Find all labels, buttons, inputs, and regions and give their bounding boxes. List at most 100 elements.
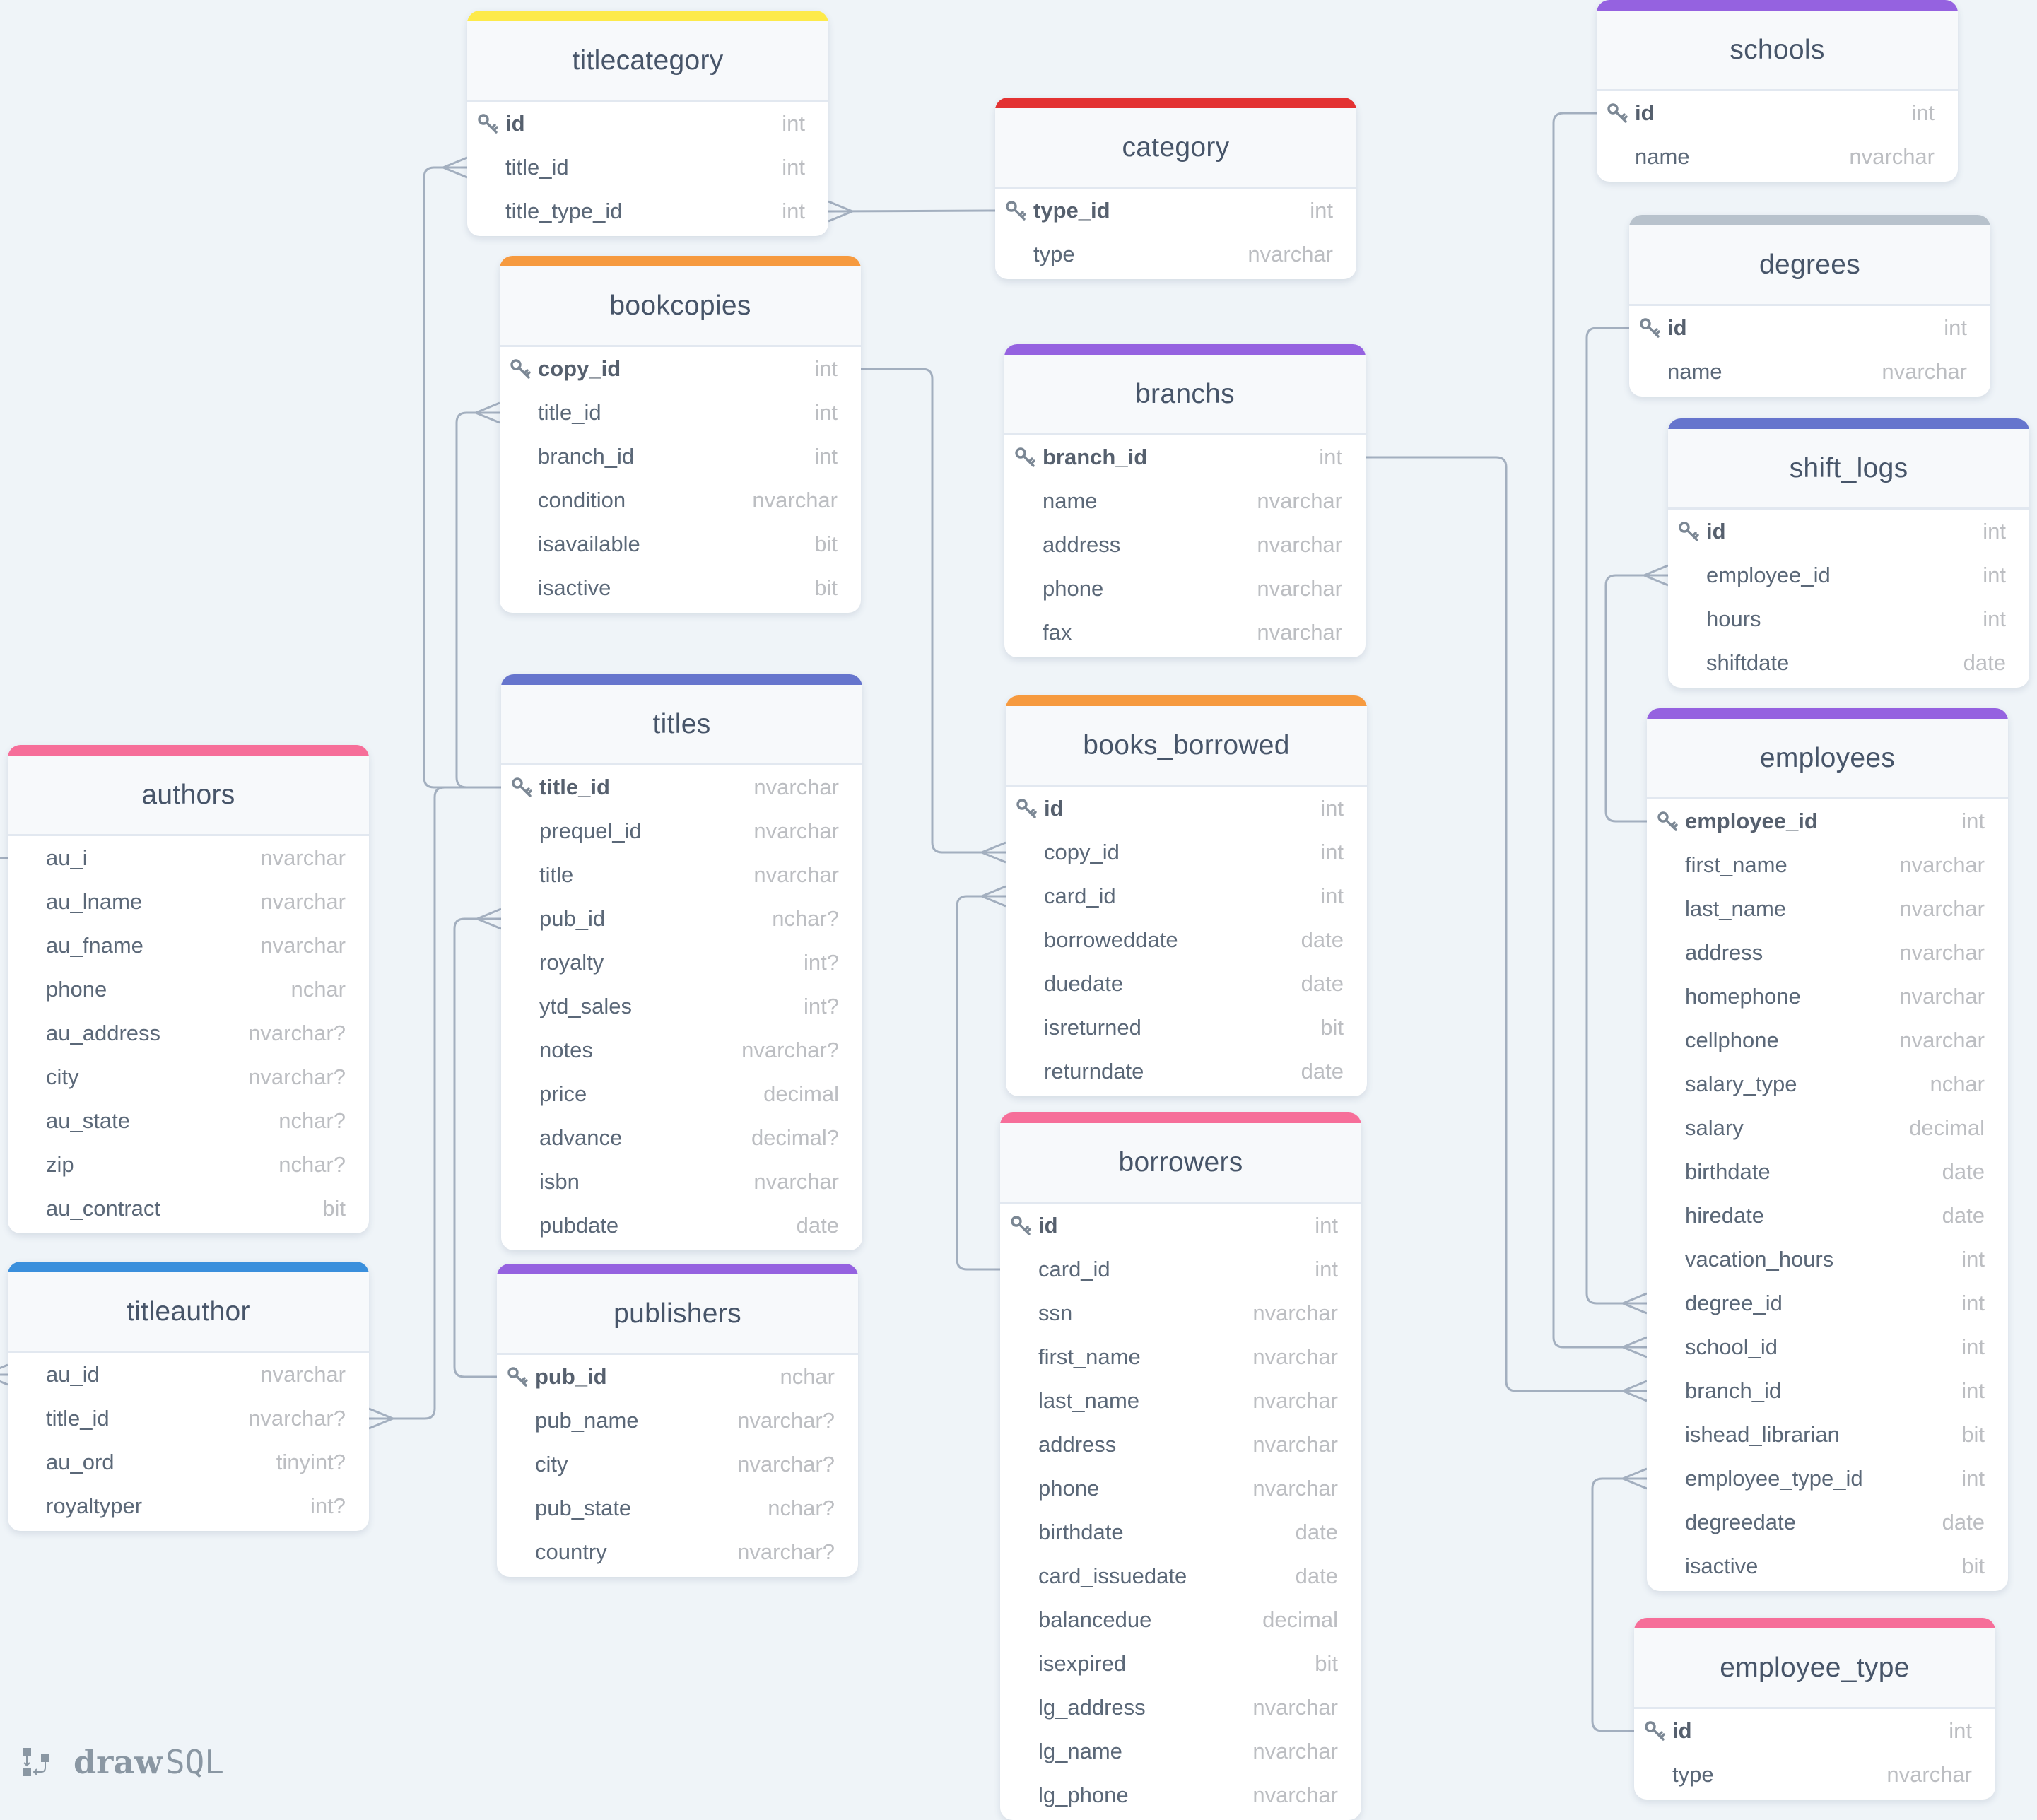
table-title[interactable]: borrowers	[1000, 1123, 1361, 1204]
column-row[interactable]: lg_name nvarchar	[1000, 1730, 1361, 1773]
column-row[interactable]: birthdate date	[1000, 1510, 1361, 1554]
column-row[interactable]: ssn nvarchar	[1000, 1291, 1361, 1335]
column-row[interactable]: ytd_sales int?	[501, 985, 862, 1028]
column-row[interactable]: last_name nvarchar	[1000, 1379, 1361, 1423]
column-row[interactable]: degreedate date	[1647, 1501, 2008, 1544]
column-row[interactable]: returndate date	[1006, 1050, 1367, 1093]
column-row[interactable]: au_ord tinyint?	[8, 1440, 369, 1484]
column-row[interactable]: ishead_librarian bit	[1647, 1413, 2008, 1457]
table-title[interactable]: degrees	[1629, 225, 1990, 306]
column-row[interactable]: pub_name nvarchar?	[497, 1399, 858, 1443]
column-row[interactable]: au_state nchar?	[8, 1099, 369, 1143]
column-row[interactable]: id int	[1629, 306, 1990, 350]
column-row[interactable]: pubdate date	[501, 1204, 862, 1247]
column-row[interactable]: homephone nvarchar	[1647, 975, 2008, 1018]
column-row[interactable]: isavailable bit	[500, 522, 861, 566]
column-row[interactable]: phone nchar	[8, 968, 369, 1011]
column-row[interactable]: employee_id int	[1668, 553, 2029, 597]
column-row[interactable]: id int	[467, 102, 828, 146]
column-row[interactable]: id int	[1634, 1709, 1995, 1753]
table-title[interactable]: shift_logs	[1668, 429, 2029, 510]
column-row[interactable]: first_name nvarchar	[1647, 843, 2008, 887]
column-row[interactable]: pub_id nchar?	[501, 897, 862, 941]
column-row[interactable]: address nvarchar	[1647, 931, 2008, 975]
column-row[interactable]: name nvarchar	[1629, 350, 1990, 394]
column-row[interactable]: cellphone nvarchar	[1647, 1018, 2008, 1062]
table-title[interactable]: titles	[501, 685, 862, 765]
table-category[interactable]: category type_id int type nvarchar	[995, 98, 1356, 279]
column-row[interactable]: phone nvarchar	[1000, 1467, 1361, 1510]
column-row[interactable]: city nvarchar?	[8, 1055, 369, 1099]
column-row[interactable]: au_address nvarchar?	[8, 1011, 369, 1055]
column-row[interactable]: pub_id nchar	[497, 1355, 858, 1399]
column-row[interactable]: condition nvarchar	[500, 479, 861, 522]
table-title[interactable]: titlecategory	[467, 21, 828, 102]
column-row[interactable]: au_lname nvarchar	[8, 880, 369, 924]
table-title[interactable]: employee_type	[1634, 1628, 1995, 1709]
column-row[interactable]: title_id int	[467, 146, 828, 189]
column-row[interactable]: pub_state nchar?	[497, 1486, 858, 1530]
column-row[interactable]: isreturned bit	[1006, 1006, 1367, 1050]
column-row[interactable]: id int	[1006, 787, 1367, 830]
column-row[interactable]: birthdate date	[1647, 1150, 2008, 1194]
column-row[interactable]: isbn nvarchar	[501, 1160, 862, 1204]
column-row[interactable]: degree_id int	[1647, 1281, 2008, 1325]
column-row[interactable]: isactive bit	[1647, 1544, 2008, 1588]
column-row[interactable]: lg_address nvarchar	[1000, 1686, 1361, 1730]
column-row[interactable]: copy_id int	[500, 347, 861, 391]
table-degrees[interactable]: degrees id int name nvarchar	[1629, 215, 1990, 397]
column-row[interactable]: title nvarchar	[501, 853, 862, 897]
column-row[interactable]: address nvarchar	[1004, 523, 1366, 567]
table-titleauthor[interactable]: titleauthor au_id nvarchar title_id nvarchar…	[8, 1262, 369, 1531]
table-shift_logs[interactable]: shift_logs id int employee_id int hours int shi…	[1668, 418, 2029, 688]
column-row[interactable]: type nvarchar	[995, 233, 1356, 276]
column-row[interactable]: branch_id int	[1004, 435, 1366, 479]
column-row[interactable]: fax nvarchar	[1004, 611, 1366, 654]
table-publishers[interactable]: publishers pub_id nchar pub_name nvarchar? ci…	[497, 1264, 858, 1577]
column-row[interactable]: hiredate date	[1647, 1194, 2008, 1238]
column-row[interactable]: isexpired bit	[1000, 1642, 1361, 1686]
column-row[interactable]: id int	[1597, 91, 1958, 135]
column-row[interactable]: type_id int	[995, 189, 1356, 233]
column-row[interactable]: branch_id int	[500, 435, 861, 479]
column-row[interactable]: duedate date	[1006, 962, 1367, 1006]
column-row[interactable]: advance decimal?	[501, 1116, 862, 1160]
column-row[interactable]: au_fname nvarchar	[8, 924, 369, 968]
column-row[interactable]: country nvarchar?	[497, 1530, 858, 1574]
column-row[interactable]: id int	[1668, 510, 2029, 553]
column-row[interactable]: shiftdate date	[1668, 641, 2029, 685]
table-title[interactable]: books_borrowed	[1006, 706, 1367, 787]
column-row[interactable]: vacation_hours int	[1647, 1238, 2008, 1281]
column-row[interactable]: au_id nvarchar	[8, 1353, 369, 1397]
column-row[interactable]: notes nvarchar?	[501, 1028, 862, 1072]
column-row[interactable]: school_id int	[1647, 1325, 2008, 1369]
column-row[interactable]: title_id nvarchar?	[8, 1397, 369, 1440]
column-row[interactable]: borroweddate date	[1006, 918, 1367, 962]
column-row[interactable]: first_name nvarchar	[1000, 1335, 1361, 1379]
column-row[interactable]: hours int	[1668, 597, 2029, 641]
column-row[interactable]: name nvarchar	[1004, 479, 1366, 523]
table-employees[interactable]: employees employee_id int first_name nvarcha…	[1647, 708, 2008, 1591]
column-row[interactable]: isactive bit	[500, 566, 861, 610]
column-row[interactable]: last_name nvarchar	[1647, 887, 2008, 931]
table-branchs[interactable]: branchs branch_id int name nvarchar address nv…	[1004, 344, 1366, 657]
column-row[interactable]: copy_id int	[1006, 830, 1367, 874]
table-title[interactable]: branchs	[1004, 355, 1366, 435]
table-schools[interactable]: schools id int name nvarchar	[1597, 0, 1958, 182]
table-borrowers[interactable]: borrowers id int card_id int ssn nvarchar first…	[1000, 1112, 1361, 1820]
column-row[interactable]: title_type_id int	[467, 189, 828, 233]
column-row[interactable]: branch_id int	[1647, 1369, 2008, 1413]
column-row[interactable]: au_contract bit	[8, 1187, 369, 1231]
table-title[interactable]: authors	[8, 756, 369, 836]
column-row[interactable]: royalty int?	[501, 941, 862, 985]
column-row[interactable]: id int	[1000, 1204, 1361, 1247]
table-employee_type[interactable]: employee_type id int type nvarchar	[1634, 1618, 1995, 1800]
column-row[interactable]: name nvarchar	[1597, 135, 1958, 179]
table-title[interactable]: bookcopies	[500, 266, 861, 347]
table-title[interactable]: category	[995, 108, 1356, 189]
table-title[interactable]: employees	[1647, 719, 2008, 799]
column-row[interactable]: card_id int	[1006, 874, 1367, 918]
column-row[interactable]: phone nvarchar	[1004, 567, 1366, 611]
column-row[interactable]: address nvarchar	[1000, 1423, 1361, 1467]
column-row[interactable]: price decimal	[501, 1072, 862, 1116]
